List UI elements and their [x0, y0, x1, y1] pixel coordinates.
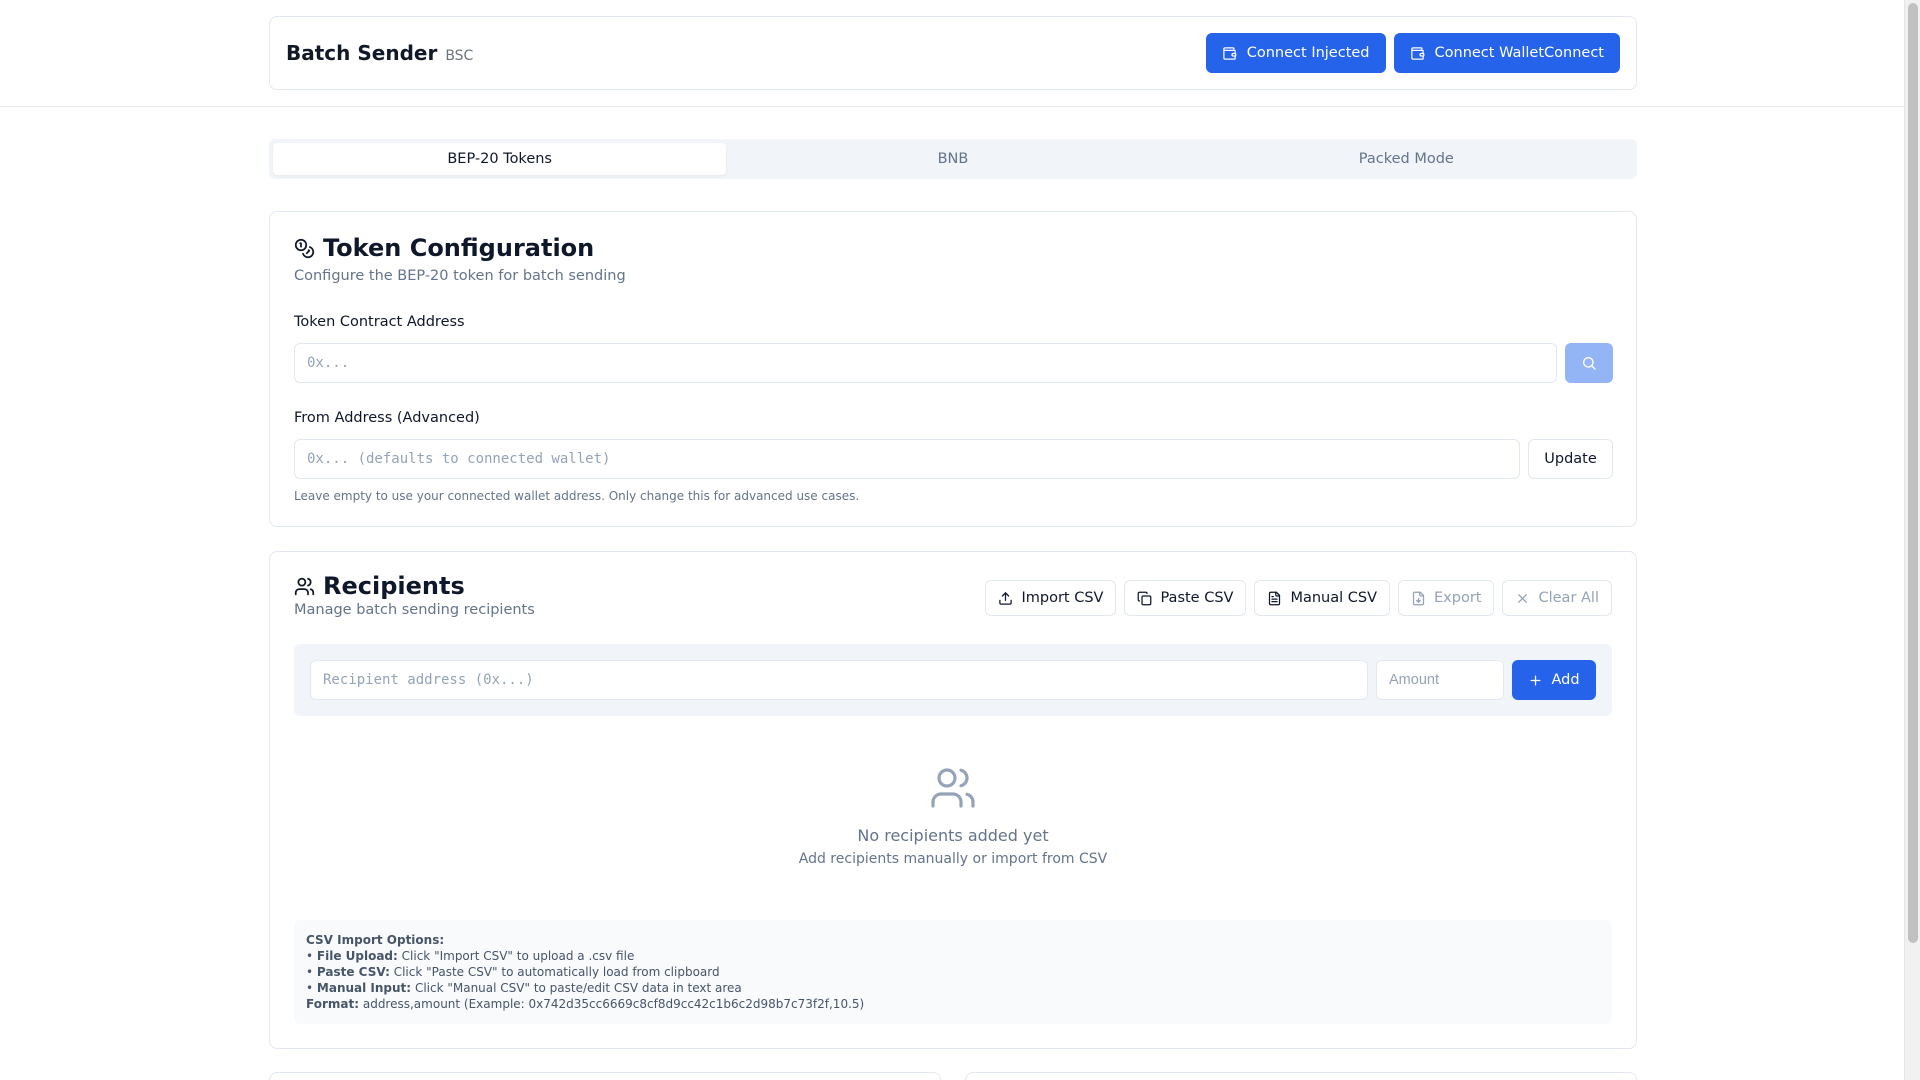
recipients-title: Recipients — [323, 572, 465, 600]
paste-csv-label: Paste CSV — [1160, 590, 1234, 606]
import-csv-label: Import CSV — [1021, 590, 1104, 606]
token-config-title: Token Configuration — [323, 234, 595, 262]
plus-icon — [1530, 675, 1541, 685]
empty-state-title: No recipients added yet — [857, 826, 1049, 845]
csv-help-file-label: File Upload: — [316, 949, 398, 963]
csv-help-format-text: address,amount (Example: 0x742d35cc6669c… — [362, 997, 865, 1011]
bottom-right-card — [965, 1072, 1637, 1080]
tab-packed-mode[interactable]: Packed Mode — [1180, 143, 1633, 175]
clear-all-button[interactable]: Clear All — [1502, 580, 1612, 616]
recipient-address-input[interactable] — [310, 660, 1368, 700]
export-button[interactable]: Export — [1398, 580, 1495, 616]
csv-help-heading: CSV Import Options: — [306, 933, 445, 947]
update-from-button[interactable]: Update — [1528, 439, 1613, 479]
top-bar: Batch Sender BSC Connect Injected Connec… — [0, 0, 1904, 107]
from-address-label: From Address (Advanced) — [294, 410, 480, 426]
connect-walletconnect-button[interactable]: Connect WalletConnect — [1393, 33, 1620, 73]
header-card: Batch Sender BSC Connect Injected Connec… — [269, 16, 1637, 90]
upload-icon — [999, 591, 1013, 605]
csv-help-paste-label: Paste CSV: — [316, 965, 390, 979]
recipient-amount-input[interactable] — [1376, 660, 1504, 700]
file-text-icon — [1269, 591, 1281, 605]
clear-all-label: Clear All — [1538, 590, 1599, 606]
app-title: Batch Sender — [286, 41, 438, 65]
mode-tabs: BEP-20 Tokens BNB Packed Mode — [269, 139, 1637, 179]
csv-help-file-text: Click "Import CSV" to upload a .csv file — [401, 949, 635, 963]
connect-walletconnect-label: Connect WalletConnect — [1434, 45, 1604, 61]
users-icon — [931, 768, 975, 808]
tab-bnb[interactable]: BNB — [726, 143, 1179, 175]
scrollbar-thumb[interactable] — [1908, 3, 1918, 943]
close-icon — [1518, 593, 1528, 603]
csv-help-box: CSV Import Options: • File Upload: Click… — [294, 920, 1612, 1024]
csv-help-paste-text: Click "Paste CSV" to automatically load … — [393, 965, 720, 979]
page-scrollbar[interactable] — [1904, 0, 1920, 1080]
csv-help-format-label: Format: — [306, 997, 360, 1011]
from-address-hint: Leave empty to use your connected wallet… — [294, 489, 860, 503]
recipients-description: Manage batch sending recipients — [294, 602, 535, 618]
wallet-icon — [1223, 46, 1237, 60]
export-label: Export — [1434, 590, 1482, 606]
token-contract-label: Token Contract Address — [294, 314, 465, 330]
copy-icon — [1138, 591, 1152, 605]
token-config-description: Configure the BEP-20 token for batch sen… — [294, 268, 626, 284]
token-contract-input[interactable] — [294, 343, 1557, 383]
from-address-input[interactable] — [294, 439, 1520, 479]
connect-injected-button[interactable]: Connect Injected — [1205, 33, 1386, 73]
chain-badge: BSC — [445, 48, 474, 64]
import-csv-button[interactable]: Import CSV — [985, 580, 1117, 616]
lookup-token-button[interactable] — [1565, 343, 1613, 383]
users-icon — [294, 577, 315, 595]
tab-bep20[interactable]: BEP-20 Tokens — [273, 143, 727, 175]
coins-icon — [294, 238, 315, 258]
add-recipient-row: Add — [294, 644, 1612, 716]
brand: Batch Sender BSC — [286, 41, 473, 65]
wallet-icon — [1410, 46, 1424, 60]
connect-injected-label: Connect Injected — [1246, 45, 1370, 61]
manual-csv-label: Manual CSV — [1290, 590, 1378, 606]
empty-state-subtitle: Add recipients manually or import from C… — [798, 851, 1108, 867]
add-recipient-button[interactable]: Add — [1512, 660, 1596, 700]
file-download-icon — [1412, 591, 1425, 605]
csv-help-manual-label: Manual Input: — [316, 981, 412, 995]
bottom-left-card — [269, 1072, 941, 1080]
add-label: Add — [1551, 672, 1580, 688]
recipients-card: Recipients Manage batch sending recipien… — [269, 551, 1637, 1049]
empty-state: No recipients added yet Add recipients m… — [270, 764, 1636, 867]
search-icon — [1583, 357, 1596, 370]
csv-help-manual-text: Click "Manual CSV" to paste/edit CSV dat… — [414, 981, 742, 995]
manual-csv-button[interactable]: Manual CSV — [1254, 580, 1391, 616]
paste-csv-button[interactable]: Paste CSV — [1124, 580, 1247, 616]
token-configuration-card: Token Configuration Configure the BEP-20… — [269, 211, 1637, 527]
